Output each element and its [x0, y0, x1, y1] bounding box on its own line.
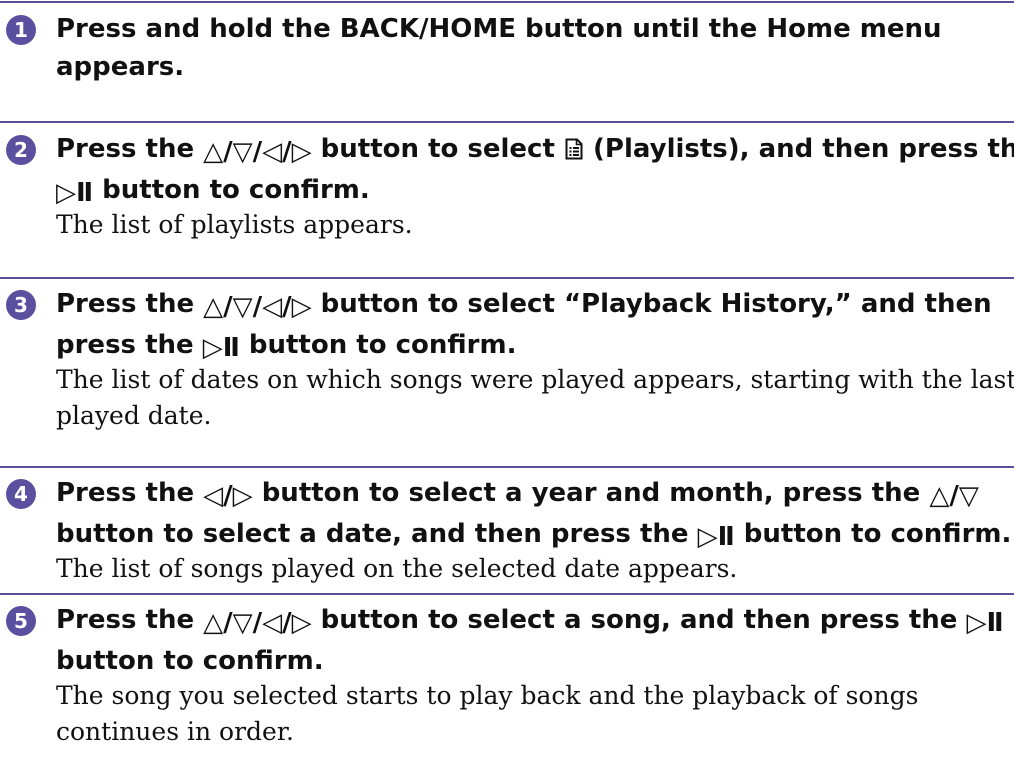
step-5-result: The song you selected starts to play bac… — [56, 678, 1006, 750]
step-5-instruction: Press the △/▽/◁/▷ button to select a son… — [56, 601, 1006, 680]
step-3-result-line: played date. — [56, 401, 212, 430]
playlists-icon — [565, 138, 583, 160]
step-number-badge: 5 — [6, 606, 36, 636]
step-3-instruction: Press the △/▽/◁/▷ button to select “Play… — [56, 285, 1006, 367]
step-5-text: button to select a song, and then press … — [311, 605, 967, 635]
step-2-text: button to select — [311, 134, 564, 164]
direction-arrows-icon: △/▽/◁/▷ — [203, 137, 312, 167]
step-4-text: button to confirm. — [734, 519, 1012, 549]
step-1-instruction: Press and hold the BACK/HOME button unti… — [56, 10, 1006, 86]
step-number-badge: 1 — [6, 15, 36, 45]
up-down-arrows-icon: △/▽ — [929, 481, 979, 511]
divider — [0, 277, 1014, 279]
step-4-instruction: Press the ◁/▷ button to select a year an… — [56, 474, 1011, 556]
step-2-instruction: Press the △/▽/◁/▷ button to select (Play… — [56, 130, 1014, 212]
step-number-badge: 2 — [6, 135, 36, 165]
step-5-text: button to confirm. — [56, 646, 324, 676]
step-2-text: button to confirm. — [93, 175, 370, 205]
step-2-text: (Playlists), and then press the — [583, 134, 1014, 164]
direction-arrows-icon: △/▽/◁/▷ — [203, 608, 312, 638]
step-4-result-line: The list of songs played on the selected… — [56, 554, 738, 583]
step-1-instruction-line: appears. — [56, 52, 185, 82]
divider — [0, 1, 1014, 3]
step-4-text: button to select a year and month, press… — [252, 478, 930, 508]
step-3-text: button to confirm. — [239, 330, 517, 360]
step-5-result-line: The song you selected starts to play bac… — [56, 681, 919, 710]
step-4-result: The list of songs played on the selected… — [56, 551, 1006, 587]
step-2-result-line: The list of playlists appears. — [56, 210, 413, 239]
divider — [0, 466, 1014, 468]
left-right-arrows-icon: ◁/▷ — [203, 481, 253, 511]
direction-arrows-icon: △/▽/◁/▷ — [203, 292, 312, 322]
step-number-badge: 4 — [6, 479, 36, 509]
step-2-text: Press the — [56, 134, 204, 164]
step-4-text: button to select a date, and then press … — [56, 519, 698, 549]
step-3-result: The list of dates on which songs were pl… — [56, 362, 1014, 434]
play-pause-icon: ▷Ⅱ — [966, 608, 1004, 638]
manual-page: 1 Press and hold the BACK/HOME button un… — [0, 0, 1014, 771]
step-3-result-line: The list of dates on which songs were pl… — [56, 365, 1014, 394]
step-5-result-line: continues in order. — [56, 717, 294, 746]
divider — [0, 593, 1014, 595]
step-3-text: button to select “Playback History,” and… — [311, 289, 992, 319]
step-3-text: Press the — [56, 289, 204, 319]
step-5-text: Press the — [56, 605, 204, 635]
divider — [0, 121, 1014, 123]
step-3-text: press the — [56, 330, 203, 360]
step-number-badge: 3 — [6, 290, 36, 320]
step-1-instruction-line: Press and hold the BACK/HOME button unti… — [56, 14, 942, 44]
step-2-result: The list of playlists appears. — [56, 207, 1006, 243]
step-4-text: Press the — [56, 478, 204, 508]
